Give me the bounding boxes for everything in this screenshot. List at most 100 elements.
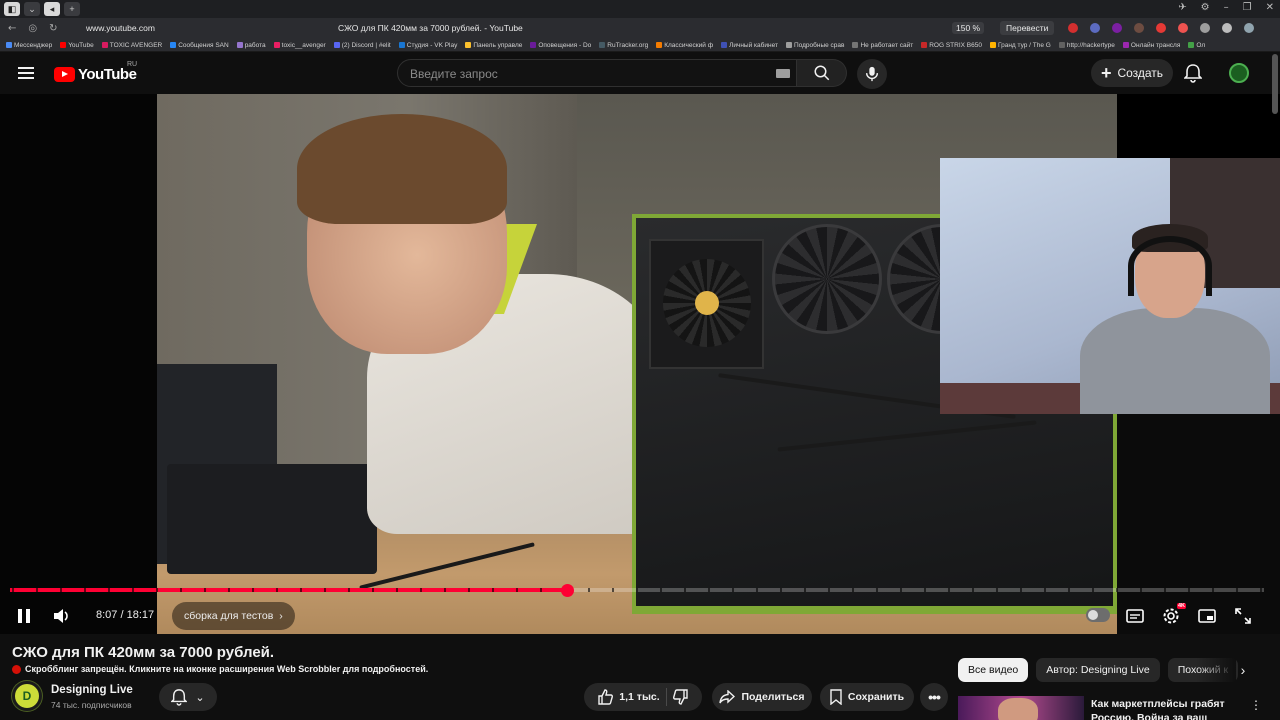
channel-name[interactable]: Designing Live [51,684,133,696]
bookmark-label: Ол [1196,41,1206,49]
quality-badge: 4K [1177,603,1187,609]
translate-button[interactable]: Перевести [1000,21,1055,35]
search-input[interactable]: Введите запрос [397,59,797,87]
chevron-down-icon: ⌄ [195,691,205,704]
bookmark-item[interactable]: YouTube [60,42,94,49]
extension-blue-icon[interactable] [1090,23,1100,33]
bookmark-item[interactable]: ROG STRIX B650 [921,42,982,49]
search-placeholder: Введите запрос [410,67,498,81]
extension-red-icon[interactable] [1068,23,1078,33]
scrollbar[interactable] [1272,54,1278,114]
bookmark-item[interactable]: Оповещения - Do [530,42,591,49]
subscription-notifications-button[interactable]: ⌄ [159,683,217,711]
bookmark-item[interactable]: Панель управле [465,42,522,49]
web-scrobbler-icon [12,664,21,674]
bookmark-item[interactable]: работа [236,42,266,49]
bookmark-item[interactable]: RuTracker.org [599,42,648,49]
extension-shield-icon[interactable] [1134,23,1144,33]
bookmark-item[interactable]: Сообщения SAN [170,42,229,49]
extension-gray-icon[interactable] [1200,23,1210,33]
tab-dropdown-icon[interactable]: ⌄ [24,2,40,16]
extensions-icon[interactable]: ⚙ [1201,2,1210,13]
bookmark-label: toxic__avenger [281,41,326,49]
extension-web-scrobbler-icon[interactable] [1178,23,1188,33]
new-tab-icon[interactable]: + [64,2,80,16]
active-tab[interactable]: ◂ [44,2,60,16]
minimize-icon[interactable]: – [1224,2,1229,13]
filter-chip[interactable]: Все видео [958,658,1029,682]
more-actions-button[interactable]: ••• [920,683,948,711]
account-avatar[interactable] [1229,63,1249,83]
like-icon[interactable] [597,689,614,705]
scrubber-handle[interactable] [560,584,574,597]
create-label: Создать [1117,66,1164,80]
share-button[interactable]: Поделиться [712,683,812,711]
bookmark-item[interactable]: Гранд тур / The G [989,42,1051,49]
extension-vk-icon[interactable] [1112,23,1122,33]
voice-search-button[interactable] [857,59,887,89]
maximize-icon[interactable]: ❐ [1243,2,1252,13]
pin-icon[interactable]: ✈ [1178,2,1186,13]
bookmark-item[interactable]: TOXIC AVENGER [101,41,163,49]
settings-button[interactable] [1161,606,1181,626]
browser-menu-icon[interactable]: ◧ [4,2,20,16]
recommendation-thumbnail[interactable] [958,696,1084,720]
bookmark-favicon-icon [989,42,996,48]
scrobbler-notice-text: Скробблинг запрещён. Кликните на иконке … [25,664,429,674]
channel-avatar[interactable]: D [12,681,42,711]
save-button[interactable]: Сохранить [820,683,914,711]
zoom-indicator[interactable]: 150 % [952,22,985,34]
search-button[interactable] [797,59,847,87]
bookmark-item[interactable]: (2) Discord | #elit [333,42,391,49]
reload-icon[interactable]: ↻ [49,23,57,34]
bookmark-label: Личный кабинет [729,41,778,49]
extension-menu-icon[interactable] [1244,23,1254,33]
close-icon[interactable]: ✕ [1266,2,1274,13]
bookmark-item[interactable]: http://hackertype [1058,42,1115,49]
subtitles-button[interactable] [1125,606,1145,626]
bookmark-item[interactable]: Подробные срав [785,42,844,49]
menu-icon[interactable] [18,67,34,79]
youtube-logo[interactable]: YouTube RU [54,61,137,83]
volume-button[interactable] [52,606,72,626]
fullscreen-button[interactable] [1233,606,1253,626]
like-dislike-group: 1,1 тыс. [584,683,702,711]
extension-block-icon[interactable] [1156,23,1166,33]
bookmark-label: Онлайн трансля [1130,41,1181,49]
recommendation-title[interactable]: Как маркетплейсы грабят Россию. Война за… [1091,697,1231,720]
video-player[interactable]: 8:07 / 18:17 сборка для тестов › 4K [0,94,1280,634]
autoplay-toggle[interactable] [1086,608,1110,622]
bookmark-item[interactable]: Ол [1188,42,1205,49]
dislike-icon[interactable] [672,689,689,705]
create-button[interactable]: + Создать [1091,59,1173,87]
subtitles-icon [1126,609,1144,623]
bookmark-item[interactable]: Онлайн трансля [1122,41,1181,49]
scrobbler-notice: Скробблинг запрещён. Кликните на иконке … [12,664,428,674]
bookmark-item[interactable]: Мессенджер [6,42,52,49]
youtube-play-icon [54,67,75,82]
filter-chip[interactable]: Автор: Designing Live [1036,658,1160,682]
bookmark-item[interactable]: Классический ф [656,42,713,49]
pause-button[interactable] [14,606,34,626]
bookmark-favicon-icon [785,42,792,48]
bookmark-favicon-icon [852,42,859,48]
url-field[interactable]: www.youtube.com [86,23,155,33]
progress-bar[interactable] [10,584,1264,597]
keyboard-icon[interactable] [776,69,790,78]
bookmark-item[interactable]: toxic__avenger [273,41,326,49]
notifications-button[interactable] [1183,63,1203,88]
chapter-button[interactable]: сборка для тестов › [172,602,295,630]
like-count[interactable]: 1,1 тыс. [619,691,659,703]
back-icon[interactable]: ← [8,23,16,34]
more-vertical-icon[interactable]: ⋮ [1250,698,1262,712]
bookmark-favicon-icon [530,42,537,48]
bookmark-item[interactable]: Студия - VK Play [398,42,457,49]
theater-mode-button[interactable] [1197,606,1217,626]
bookmark-label: TOXIC AVENGER [109,41,163,49]
bookmark-label: Мессенджер [14,41,53,49]
extension-settings-icon[interactable] [1222,23,1232,33]
extension-icon[interactable]: ◎ [28,23,37,34]
bookmark-item[interactable]: Не работает сайт [852,42,913,49]
bookmark-item[interactable]: Личный кабинет [721,42,778,49]
chevron-right-icon[interactable]: › [1234,660,1252,680]
